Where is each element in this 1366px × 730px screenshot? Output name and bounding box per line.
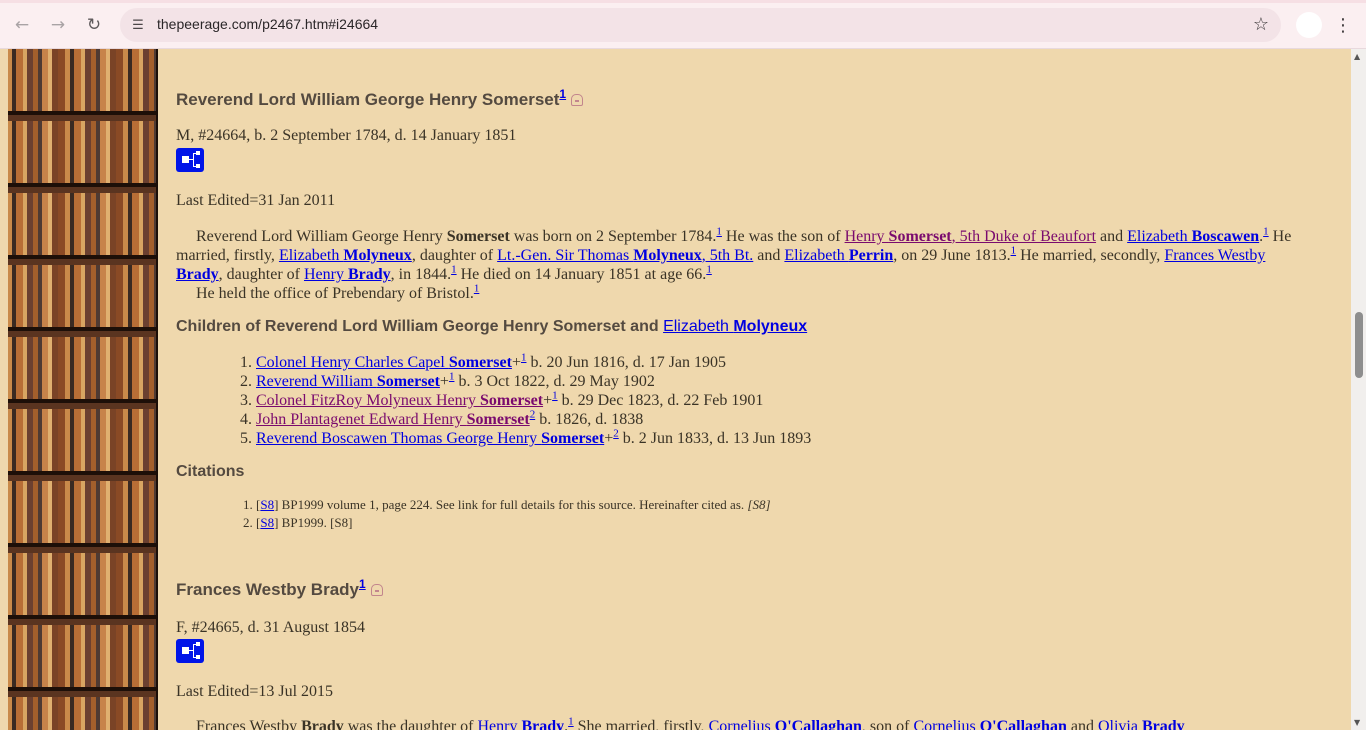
children-heading-text: Children of Reverend Lord William George…	[176, 318, 664, 335]
last-edited: Last Edited=31 Jan 2011	[176, 192, 336, 209]
scroll-down-arrow-icon[interactable]: ▼	[1354, 718, 1360, 727]
child-link[interactable]: John Plantagenet Edward Henry Somerset	[256, 411, 530, 428]
source-link[interactable]: S8	[260, 515, 274, 530]
bookmark-star-icon[interactable]: ☆	[1253, 14, 1269, 35]
bio-surname: Brady	[301, 718, 344, 730]
citation-link[interactable]: 1	[474, 283, 480, 295]
children-list: Colonel Henry Charles Capel Somerset+1 b…	[176, 352, 812, 448]
father-link[interactable]: Henry Brady	[477, 718, 564, 730]
family-tree-icon[interactable]	[176, 639, 204, 663]
child-link[interactable]: Reverend William Somerset	[256, 373, 440, 390]
citation-italic: [S8]	[747, 497, 771, 512]
source-link[interactable]: S8	[260, 497, 274, 512]
list-item: Colonel Henry Charles Capel Somerset+1 b…	[256, 352, 811, 372]
bio-text: , daughter of	[218, 266, 304, 283]
second-wife-father-link[interactable]: Henry Brady	[304, 266, 391, 283]
person-heading: Frances Westby Brady1	[176, 577, 383, 600]
biography-paragraph: Frances Westby Brady was the daughter of…	[176, 716, 1306, 730]
reload-icon[interactable]: ↻	[81, 12, 107, 38]
back-arrow-icon[interactable]: ←	[9, 12, 35, 38]
bio-text: She married, firstly,	[573, 718, 709, 730]
scroll-up-arrow-icon[interactable]: ▲	[1354, 52, 1360, 61]
bio-text: , daughter of	[411, 247, 498, 264]
list-item: John Plantagenet Edward Henry Somerset2 …	[256, 409, 811, 429]
bio-text: , in 1844.	[390, 266, 452, 283]
menu-kebab-icon[interactable]: ⋮	[1334, 12, 1352, 38]
list-item: Reverend William Somerset+1 b. 3 Oct 182…	[256, 371, 811, 391]
site-info-icon[interactable]: ☰	[129, 16, 147, 34]
sidebar-left-margin	[0, 49, 8, 730]
last-edited: Last Edited=13 Jul 2015	[176, 683, 334, 700]
child-link[interactable]: Colonel Henry Charles Capel Somerset	[256, 354, 512, 371]
profile-avatar[interactable]	[1296, 12, 1322, 38]
child-dates: b. 20 Jun 1816, d. 17 Jan 1905	[526, 354, 727, 371]
list-item: Colonel FitzRoy Molyneux Henry Somerset+…	[256, 390, 811, 410]
citation-link[interactable]: 1	[706, 264, 712, 276]
bio-text: was born on 2 September 1784.	[509, 228, 717, 245]
bio-text: was the daughter of	[343, 718, 478, 730]
husband-father-link[interactable]: Cornelius O'Callaghan	[913, 718, 1066, 730]
list-item: Reverend Boscawen Thomas George Henry So…	[256, 428, 812, 448]
page-viewport: Reverend Lord William George Henry Somer…	[0, 49, 1366, 730]
bio-text: , son of	[861, 718, 914, 730]
lock-icon[interactable]	[571, 94, 584, 106]
first-wife-father-link[interactable]: Lt.-Gen. Sir Thomas Molyneux, 5th Bt.	[497, 247, 753, 264]
first-husband-link[interactable]: Cornelius O'Callaghan	[709, 718, 862, 730]
child-dates: b. 1826, d. 1838	[535, 411, 644, 428]
bio-text: and	[1096, 228, 1128, 245]
first-wife-link[interactable]: Elizabeth Molyneux	[279, 247, 412, 264]
heading-citation-link[interactable]: 1	[559, 87, 566, 101]
child-dates: b. 2 Jun 1833, d. 13 Jun 1893	[618, 430, 812, 447]
citations-heading: Citations	[176, 463, 245, 480]
child-dates: b. 29 Dec 1823, d. 22 Feb 1901	[557, 392, 764, 409]
mother-link[interactable]: Elizabeth Boscawen	[1127, 228, 1259, 245]
bio-surname: Somerset	[446, 228, 510, 245]
first-wife-mother-link[interactable]: Elizabeth Perrin	[784, 247, 893, 264]
citations-list: [S8] BP1999 volume 1, page 224. See link…	[176, 496, 771, 532]
bio-text: He was the son of	[721, 228, 845, 245]
list-item: [S8] BP1999. [S8]	[256, 514, 771, 532]
heading-citation-link[interactable]: 1	[359, 577, 366, 591]
bio-text: and	[753, 247, 785, 264]
child-link[interactable]: Reverend Boscawen Thomas George Henry So…	[256, 430, 604, 447]
address-bar[interactable]: ☰ thepeerage.com/p2467.htm#i24664 ☆	[120, 8, 1281, 42]
child-link[interactable]: Colonel FitzRoy Molyneux Henry Somerset	[256, 392, 543, 409]
bio-text: Reverend Lord William George Henry	[196, 228, 447, 245]
bio-text: Frances Westby	[196, 718, 302, 730]
vertical-scrollbar[interactable]: ▲ ▼	[1351, 49, 1366, 730]
bio-text: He married, secondly,	[1016, 247, 1165, 264]
tab-strip-edge	[0, 0, 1366, 3]
lock-icon[interactable]	[370, 584, 383, 596]
bio-text: and	[1066, 718, 1098, 730]
person-heading: Reverend Lord William George Henry Somer…	[176, 87, 584, 110]
browser-toolbar: ← → ↻ ☰ thepeerage.com/p2467.htm#i24664 …	[0, 0, 1366, 49]
children-heading: Children of Reverend Lord William George…	[176, 318, 807, 336]
husband-mother-link[interactable]: Olivia Brady	[1098, 718, 1185, 730]
family-tree-icon[interactable]	[176, 148, 204, 172]
person-name: Frances Westby Brady	[176, 580, 359, 599]
bio-text: He died on 14 January 1851 at age 66.	[456, 266, 707, 283]
citation-text: BP1999. [S8]	[278, 515, 353, 530]
child-dates: b. 3 Oct 1822, d. 29 May 1902	[454, 373, 655, 390]
office-text: He held the office of Prebendary of Bris…	[196, 285, 474, 302]
person-summary: M, #24664, b. 2 September 1784, d. 14 Ja…	[176, 127, 517, 144]
person-name: Reverend Lord William George Henry Somer…	[176, 90, 560, 109]
father-link[interactable]: Henry Somerset, 5th Duke of Beaufort	[845, 228, 1096, 245]
list-item: [S8] BP1999 volume 1, page 224. See link…	[256, 496, 771, 514]
bookshelf-sidebar-image	[0, 49, 158, 730]
children-mother-link[interactable]: Elizabeth Molyneux	[663, 318, 807, 335]
citation-text: BP1999 volume 1, page 224. See link for …	[278, 497, 748, 512]
biography-paragraph: Reverend Lord William George Henry Somer…	[176, 226, 1306, 303]
url-text[interactable]: thepeerage.com/p2467.htm#i24664	[157, 16, 378, 32]
scrollbar-thumb[interactable]	[1355, 312, 1363, 378]
bio-text: , on 29 June 1813.	[893, 247, 1011, 264]
forward-arrow-icon[interactable]: →	[45, 12, 71, 38]
person-summary: F, #24665, d. 31 August 1854	[176, 619, 365, 636]
